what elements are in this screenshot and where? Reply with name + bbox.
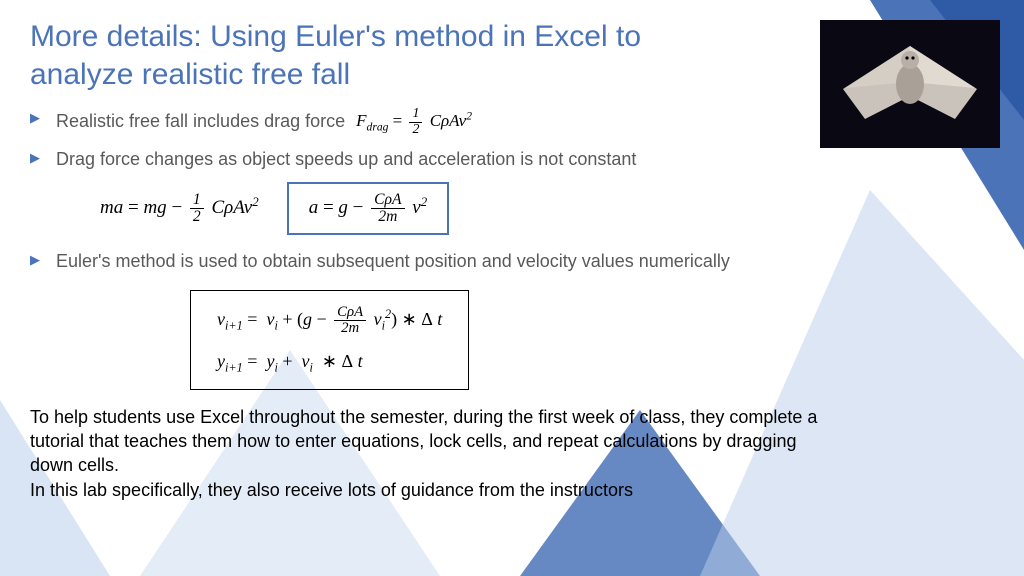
equation-euler-y: yi+1 = yi + vi ∗ Δ t	[217, 351, 442, 376]
bullet-1: Realistic free fall includes drag force …	[30, 107, 994, 137]
bullet-list-2: Euler's method is used to obtain subsequ…	[30, 249, 994, 273]
bullet-3-text: Euler's method is used to obtain subsequ…	[56, 251, 730, 271]
slide-title: More details: Using Euler's method in Ex…	[30, 18, 710, 93]
content-area: More details: Using Euler's method in Ex…	[30, 18, 994, 503]
bullet-1-text: Realistic free fall includes drag force	[56, 111, 345, 131]
equation-euler-v: vi+1 = vi + (g − CρA2m vi2) ∗ Δ t	[217, 305, 442, 337]
equation-drag-force: Fdrag = 12 CρAv2	[356, 111, 472, 130]
bullet-2: Drag force changes as object speeds up a…	[30, 147, 994, 171]
equation-euler-box: vi+1 = vi + (g − CρA2m vi2) ∗ Δ t yi+1 =…	[190, 290, 469, 391]
equation-newton: ma = mg − 12 CρAv2	[100, 192, 259, 226]
paragraph-1: To help students use Excel throughout th…	[30, 406, 830, 477]
bullet-list: Realistic free fall includes drag force …	[30, 107, 994, 172]
paragraph-2: In this lab specifically, they also rece…	[30, 479, 830, 503]
bullet-2-text: Drag force changes as object speeds up a…	[56, 149, 636, 169]
bullet-3: Euler's method is used to obtain subsequ…	[30, 249, 994, 273]
equation-accel-boxed: a = g − CρA2m v2	[287, 182, 449, 236]
slide: More details: Using Euler's method in Ex…	[0, 0, 1024, 576]
equation-row: ma = mg − 12 CρAv2 a = g − CρA2m v2	[100, 182, 994, 236]
